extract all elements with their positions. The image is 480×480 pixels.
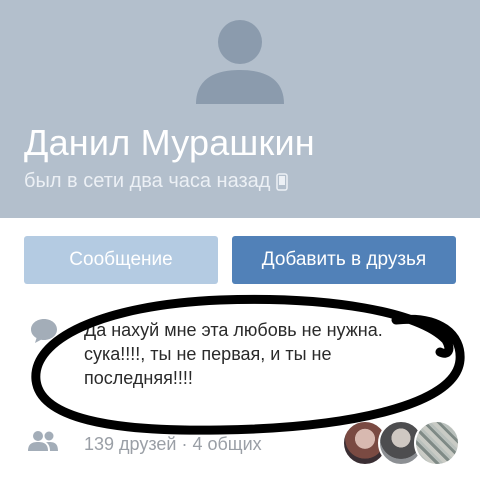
- friends-count-text: 139 друзей · 4 общих: [84, 434, 262, 454]
- friends-row[interactable]: 139 друзей · 4 общих: [24, 420, 464, 466]
- mutual-friend-avatar[interactable]: [414, 420, 460, 466]
- friends-icon: [28, 431, 58, 451]
- add-friend-button[interactable]: Добавить в друзья: [232, 236, 456, 284]
- message-button[interactable]: Сообщение: [24, 236, 218, 284]
- online-status-text: был в сети два часа назад: [24, 170, 271, 192]
- profile-header: Данил Мурашкин был в сети два часа назад: [0, 0, 480, 218]
- user-status-text: Да нахуй мне эта любовь не нужна. сука!!…: [84, 320, 383, 388]
- online-status: был в сети два часа назад: [24, 170, 289, 193]
- speech-bubble-icon: [31, 319, 57, 343]
- profile-name: Данил Мурашкин: [24, 122, 315, 163]
- user-placeholder-icon: [196, 20, 284, 104]
- phone-icon: [276, 172, 289, 191]
